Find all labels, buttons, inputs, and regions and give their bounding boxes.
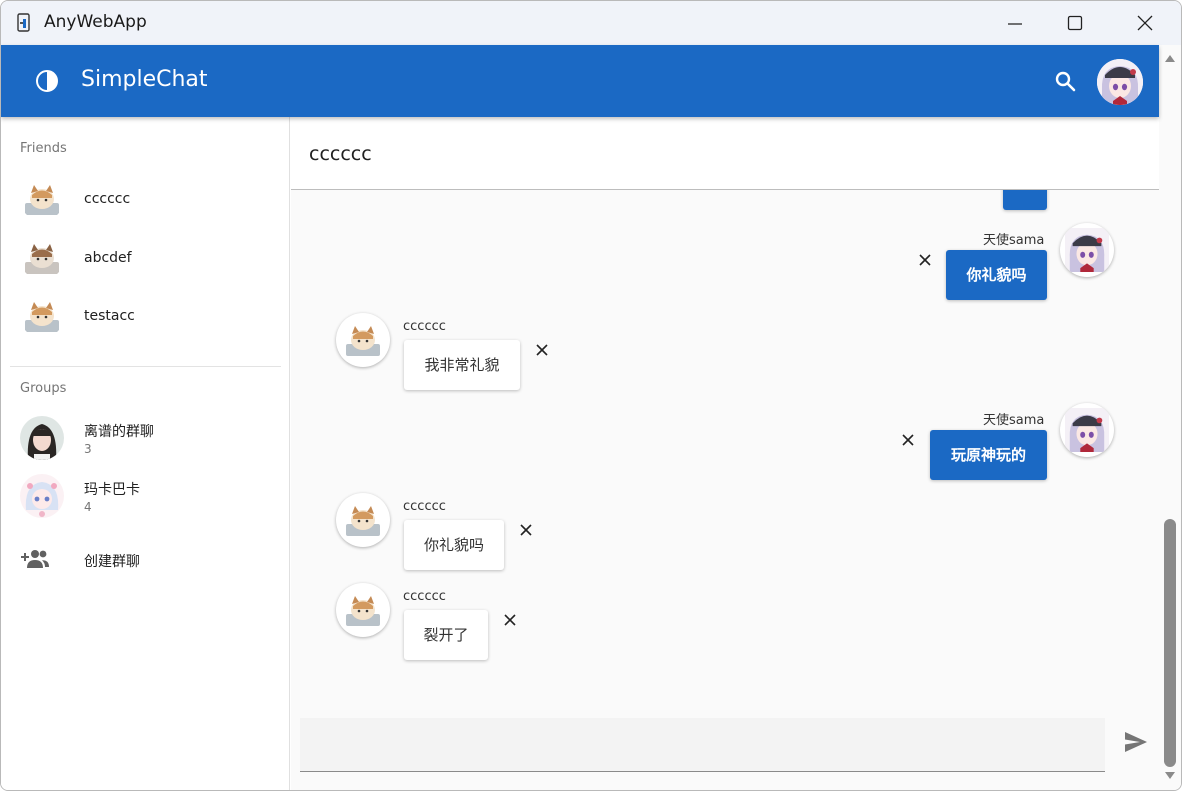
group-member-count: 4 [84,500,92,514]
sidebar: Friends cccccc abcdef testacc Groups 离谱的… [1,117,290,790]
scrollbar-thumb[interactable] [1164,519,1176,767]
sender-avatar [336,313,390,367]
close-icon[interactable] [519,523,533,537]
message-bubble: 裂开了 [404,610,488,660]
friend-avatar [20,236,64,280]
app-bar: SimpleChat [1,45,1159,117]
close-icon[interactable] [901,433,915,447]
close-icon[interactable] [535,343,549,357]
group-item[interactable]: 离谱的群聊 3 [1,410,289,466]
friend-avatar [20,177,64,221]
message-list[interactable]: 天使sama 你礼貌吗 cccccc 我非常礼貌 天使sama 玩原神玩的 cc… [291,190,1159,790]
message-input[interactable] [300,718,1105,772]
maximize-button[interactable] [1052,1,1098,45]
sender-avatar [1060,223,1114,277]
app-title: SimpleChat [81,67,208,92]
user-avatar[interactable] [1097,59,1143,105]
scroll-down-icon[interactable] [1164,771,1176,781]
window-scrollbar[interactable] [1159,45,1181,790]
chat-title: cccccc [309,143,372,165]
search-icon[interactable] [1053,69,1077,93]
friend-item-cccccc[interactable]: cccccc [1,171,289,227]
friend-item-abcdef[interactable]: abcdef [1,230,289,286]
group-avatar [20,474,64,518]
group-avatar [20,416,64,460]
friends-section-label: Friends [20,141,67,156]
message-sender: 天使sama [983,413,1045,428]
close-icon [1137,15,1153,31]
maximize-icon [1067,15,1083,31]
group-add-icon [21,550,49,568]
title-bar: AnyWebApp [1,1,1181,45]
create-group-button[interactable]: 创建群聊 [1,531,289,587]
friend-name: cccccc [84,191,131,207]
message-bubble: 你礼貌吗 [404,520,504,570]
friend-name: testacc [84,308,135,324]
sender-avatar [1060,403,1114,457]
friend-avatar [20,294,64,338]
message-sender: cccccc [403,589,446,604]
message-bubble: 玩原神玩的 [930,430,1047,480]
create-group-label: 创建群聊 [84,554,140,570]
sender-avatar [336,493,390,547]
minimize-icon [1008,23,1022,25]
app-icon [17,13,30,32]
sender-avatar [336,583,390,637]
scroll-up-icon[interactable] [1164,53,1176,63]
message-sender: 天使sama [983,233,1045,248]
message-bubble: 我非常礼貌 [404,340,520,390]
contrast-icon[interactable] [35,69,59,93]
sidebar-divider [10,366,281,367]
message-bubble: 你礼貌吗 [946,250,1047,300]
minimize-button[interactable] [992,1,1038,45]
close-window-button[interactable] [1122,1,1168,45]
message-sender: cccccc [403,499,446,514]
group-name: 离谱的群聊 [84,424,154,440]
friend-item-testacc[interactable]: testacc [1,288,289,344]
group-member-count: 3 [84,442,92,456]
group-name: 玛卡巴卡 [84,482,140,498]
close-icon[interactable] [918,253,932,267]
group-item[interactable]: 玛卡巴卡 4 [1,468,289,524]
message-sender: cccccc [403,319,446,334]
groups-section-label: Groups [20,381,67,396]
close-icon[interactable] [503,613,517,627]
app-window: AnyWebApp SimpleChat Friends cccccc abcd… [0,0,1182,791]
send-icon[interactable] [1123,729,1149,755]
message-bubble-partial [1003,190,1047,210]
friend-name: abcdef [84,250,132,266]
window-title: AnyWebApp [44,12,147,32]
chat-header: cccccc [291,117,1159,190]
